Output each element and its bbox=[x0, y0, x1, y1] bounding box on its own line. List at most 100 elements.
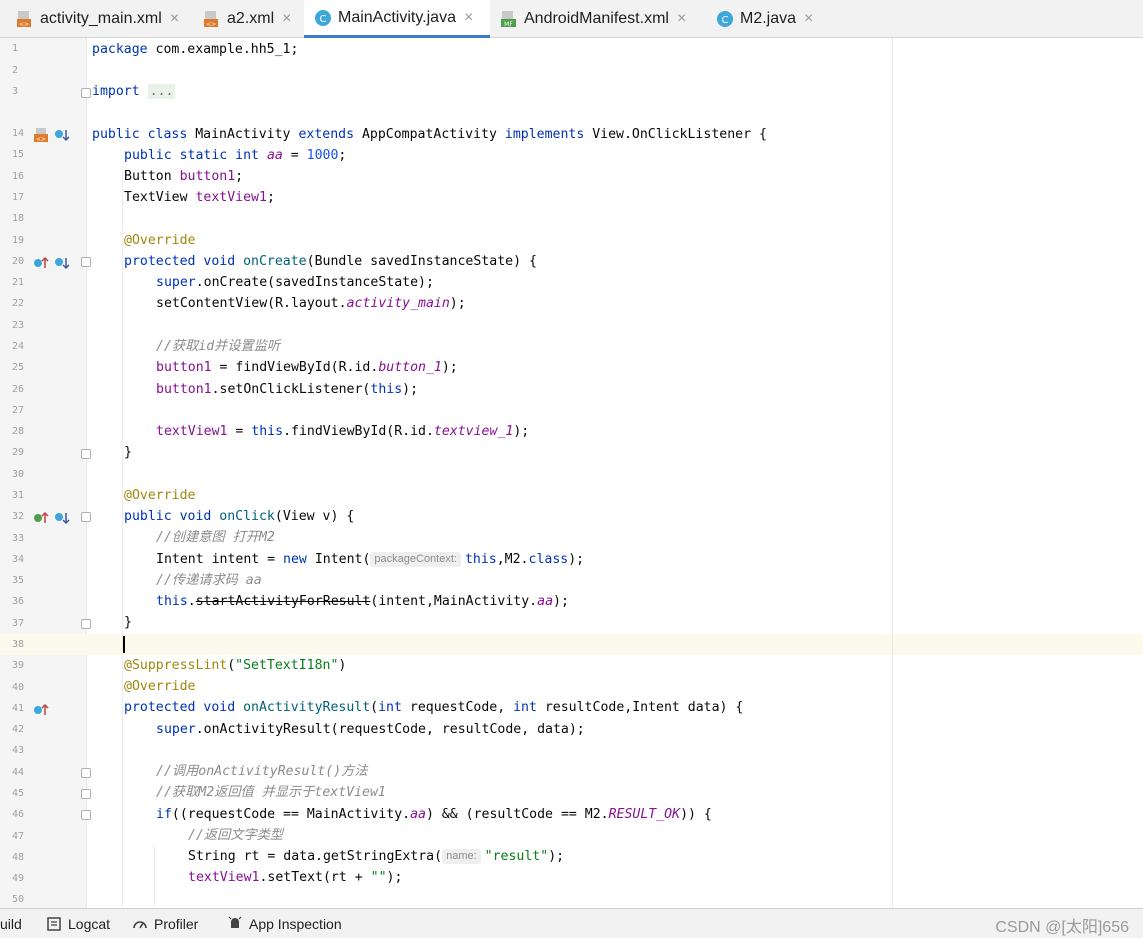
code-line-19: @Override bbox=[124, 233, 196, 248]
line-number: 18 bbox=[12, 213, 25, 224]
line-number: 21 bbox=[12, 277, 25, 288]
app-inspection-icon bbox=[227, 916, 243, 932]
override-method-icon[interactable] bbox=[33, 256, 49, 270]
close-icon[interactable]: × bbox=[464, 9, 473, 27]
code-line-31: @Override bbox=[124, 488, 196, 503]
code-line-44: //调用onActivityResult()方法 bbox=[156, 764, 368, 779]
line-number: 19 bbox=[12, 235, 25, 246]
logcat-icon bbox=[46, 916, 62, 932]
close-icon[interactable]: × bbox=[677, 10, 686, 28]
line-number: 45 bbox=[12, 788, 25, 799]
manifest-icon: MF bbox=[500, 10, 518, 28]
line-number: 36 bbox=[12, 596, 25, 607]
overridden-method-icon[interactable] bbox=[54, 256, 70, 270]
build-tool-button[interactable]: uild bbox=[0, 909, 22, 938]
line-number: 40 bbox=[12, 682, 25, 693]
line-number: 29 bbox=[12, 447, 25, 458]
close-icon[interactable]: × bbox=[804, 10, 813, 28]
profiler-icon bbox=[132, 916, 148, 932]
line-number: 26 bbox=[12, 384, 25, 395]
code-line-14: public class MainActivity extends AppCom… bbox=[92, 127, 767, 142]
line-number: 38 bbox=[12, 639, 25, 650]
close-icon[interactable]: × bbox=[170, 10, 179, 28]
layout-file-gutter-icon[interactable]: <> bbox=[34, 128, 50, 142]
line-number: 3 bbox=[12, 86, 19, 97]
code-line-21: super.onCreate(savedInstanceState); bbox=[156, 275, 434, 290]
svg-text:C: C bbox=[320, 14, 327, 25]
app-inspection-tool-button[interactable]: App Inspection bbox=[227, 909, 342, 938]
line-number: 44 bbox=[12, 767, 25, 778]
line-number: 16 bbox=[12, 171, 25, 182]
line-number: 43 bbox=[12, 745, 25, 756]
code-line-29: } bbox=[124, 445, 132, 460]
code-line-28: textView1 = this.findViewById(R.id.textv… bbox=[156, 424, 530, 439]
profiler-label: Profiler bbox=[154, 916, 199, 932]
folded-imports[interactable]: ... bbox=[147, 84, 176, 99]
profiler-tool-button[interactable]: Profiler bbox=[132, 909, 198, 938]
watermark: CSDN @[太阳]656 bbox=[995, 919, 1129, 936]
line-number: 22 bbox=[12, 298, 25, 309]
tab-label: M2.java bbox=[740, 10, 797, 27]
line-number: 48 bbox=[12, 852, 25, 863]
code-line-22: setContentView(R.layout.activity_main); bbox=[156, 296, 466, 311]
line-number: 28 bbox=[12, 426, 25, 437]
line-number: 39 bbox=[12, 660, 25, 671]
tab-android-manifest-xml[interactable]: MF AndroidManifest.xml × bbox=[500, 0, 686, 38]
tab-label: AndroidManifest.xml bbox=[524, 10, 669, 27]
line-number: 23 bbox=[12, 320, 25, 331]
implement-method-icon[interactable] bbox=[33, 511, 49, 525]
logcat-tool-button[interactable]: Logcat bbox=[46, 909, 110, 938]
line-number: 34 bbox=[12, 554, 25, 565]
parameter-hint: name: bbox=[442, 849, 481, 864]
line-number: 24 bbox=[12, 341, 25, 352]
line-number: 2 bbox=[12, 65, 19, 76]
code-line-42: super.onActivityResult(requestCode, resu… bbox=[156, 722, 585, 737]
code-line-16: Button button1; bbox=[124, 169, 244, 184]
line-number: 31 bbox=[12, 490, 25, 501]
code-line-26: button1.setOnClickListener(this); bbox=[156, 382, 419, 397]
java-class-icon: C bbox=[716, 10, 734, 28]
code-line-32: public void onClick(View v) { bbox=[124, 509, 355, 524]
java-class-icon: C bbox=[314, 9, 332, 27]
code-line-48: String rt = data.getStringExtra(name: "re… bbox=[188, 849, 565, 864]
code-line-33: //创建意图 打开M2 bbox=[156, 530, 275, 545]
tab-a2-xml[interactable]: <> a2.xml × bbox=[203, 0, 291, 38]
line-number: 1 bbox=[12, 43, 19, 54]
line-number: 17 bbox=[12, 192, 25, 203]
line-number: 15 bbox=[12, 149, 25, 160]
code-line-1: package com.example.hh5_1; bbox=[92, 42, 299, 57]
parameter-hint: packageContext: bbox=[370, 552, 461, 567]
line-number: 49 bbox=[12, 873, 25, 884]
close-icon[interactable]: × bbox=[282, 10, 291, 28]
code-line-47: //返回文字类型 bbox=[188, 828, 284, 843]
tab-label: a2.xml bbox=[227, 10, 275, 27]
line-number: 46 bbox=[12, 809, 25, 820]
build-label: uild bbox=[0, 916, 22, 932]
tab-label: MainActivity.java bbox=[338, 8, 456, 26]
code-line-37: } bbox=[124, 615, 132, 630]
svg-text:<>: <> bbox=[19, 21, 29, 28]
code-line-25: button1 = findViewById(R.id.button_1); bbox=[156, 360, 458, 375]
svg-text:MF: MF bbox=[504, 21, 513, 28]
line-number: 37 bbox=[12, 618, 25, 629]
code-line-45: //获取M2返回值 并显示于textView1 bbox=[156, 785, 386, 800]
tab-main-activity-java[interactable]: C MainActivity.java × bbox=[304, 0, 490, 38]
line-number: 27 bbox=[12, 405, 25, 416]
code-line-20: protected void onCreate(Bundle savedInst… bbox=[124, 254, 537, 269]
code-line-3: import ... bbox=[92, 84, 176, 99]
xml-layout-icon: <> bbox=[16, 10, 34, 28]
line-number: 35 bbox=[12, 575, 25, 586]
overridden-method-icon[interactable] bbox=[54, 511, 70, 525]
implementing-methods-icon[interactable] bbox=[54, 128, 70, 142]
line-number: 30 bbox=[12, 469, 25, 480]
svg-text:C: C bbox=[722, 15, 729, 26]
tool-window-bar: uild Logcat Profiler App Inspection CSDN… bbox=[0, 908, 1143, 938]
xml-layout-icon: <> bbox=[203, 10, 221, 28]
tab-activity-main-xml[interactable]: <> activity_main.xml × bbox=[16, 0, 179, 38]
code-line-40: @Override bbox=[124, 679, 196, 694]
tab-m2-java[interactable]: C M2.java × bbox=[716, 0, 813, 38]
editor-tab-bar: <> activity_main.xml × <> a2.xml × C Mai… bbox=[0, 0, 1143, 38]
code-line-15: public static int aa = 1000; bbox=[124, 148, 347, 163]
code-line-35: //传递请求码 aa bbox=[156, 573, 262, 588]
override-method-icon[interactable] bbox=[33, 703, 49, 717]
